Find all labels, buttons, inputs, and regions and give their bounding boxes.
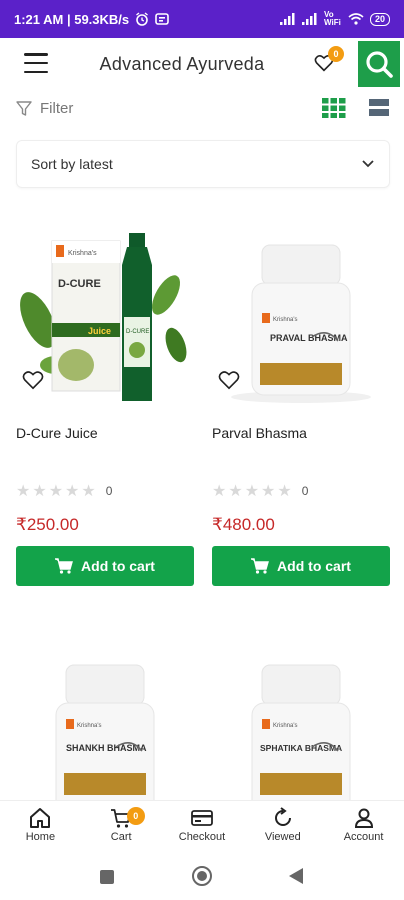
star-icon: ★ (261, 483, 276, 500)
nav-account[interactable]: Account (323, 801, 404, 854)
sort-dropdown[interactable]: Sort by latest (16, 140, 390, 188)
wishlist-button[interactable]: 0 (314, 46, 344, 76)
add-to-cart-button[interactable]: Add to cart (16, 546, 194, 586)
app-bar: Advanced Ayurveda 0 (0, 38, 404, 90)
product-card[interactable]: Krishna's PRAVAL BHASMA Parval Bhasma ★ ★… (212, 225, 390, 605)
star-icon: ★ (81, 483, 96, 500)
product-card[interactable]: Krishna's SHANKH BHASMA (16, 655, 194, 800)
product-card[interactable]: Krishna's SPHATIKA BHASMA (212, 655, 390, 800)
message-icon (155, 13, 169, 25)
battery-indicator: 20 (369, 12, 390, 26)
page-title: Advanced Ayurveda (99, 54, 265, 74)
nav-checkout-label: Checkout (178, 831, 226, 843)
wishlist-heart-icon[interactable] (218, 370, 240, 390)
nav-viewed-label: Viewed (264, 831, 301, 843)
product-card[interactable]: Krishna's D-CURE Juice D-CURE D-Cure Jui… (16, 225, 194, 605)
filter-label: Filter (40, 100, 74, 117)
back-triangle-icon[interactable] (289, 868, 303, 884)
status-bar: 1:21 AM | 59.3KB/s Vo WiFi 20 (0, 0, 404, 38)
star-icon: ★ (212, 483, 227, 500)
bottom-navigation: Home 0 Cart Checkout Viewed Account (0, 800, 404, 854)
rating-stars: ★ ★ ★ ★ ★ 0 (16, 481, 112, 501)
add-to-cart-label: Add to cart (277, 558, 351, 574)
nav-viewed[interactable]: Viewed (242, 801, 323, 854)
star-icon: ★ (228, 483, 243, 500)
wifi-icon (348, 13, 364, 25)
star-icon: ★ (65, 483, 80, 500)
search-icon (366, 51, 393, 78)
add-to-cart-button[interactable]: Add to cart (212, 546, 390, 586)
chevron-down-icon (362, 160, 374, 168)
grid-view-icon[interactable] (322, 98, 346, 118)
home-icon (30, 808, 51, 828)
cart-icon (251, 558, 269, 574)
credit-card-icon (191, 810, 213, 826)
nav-home-label: Home (25, 831, 56, 843)
rating-count: 0 (301, 484, 309, 498)
nav-home[interactable]: Home (0, 801, 81, 854)
list-view-icon[interactable] (369, 98, 389, 118)
star-icon: ★ (32, 483, 47, 500)
refresh-icon (274, 807, 291, 826)
user-icon (354, 808, 373, 828)
pack-brand: Krishna's (77, 723, 102, 729)
wishlist-count-badge: 0 (328, 46, 344, 62)
product-price: ₹250.00 (16, 515, 79, 534)
filter-button[interactable]: Filter (16, 100, 73, 117)
rating-stars: ★ ★ ★ ★ ★ 0 (212, 481, 308, 501)
signal-icon-2 (301, 13, 317, 25)
pack-brand: Krishna's (273, 317, 298, 323)
svg-text:D-CURE: D-CURE (126, 329, 149, 335)
cart-count-badge: 0 (126, 807, 145, 825)
filter-row: Filter (0, 92, 404, 128)
home-circle-icon[interactable] (192, 866, 212, 886)
rating-count: 0 (105, 484, 113, 498)
alarm-icon (136, 12, 149, 26)
add-to-cart-label: Add to cart (81, 558, 155, 574)
product-image[interactable]: Krishna's SHANKH BHASMA (16, 655, 194, 800)
pack-label: D-CURE (58, 278, 101, 290)
recent-apps-icon[interactable] (100, 870, 114, 884)
cart-icon (55, 558, 73, 574)
product-image[interactable]: Krishna's SPHATIKA BHASMA (212, 655, 390, 800)
system-navigation-bar (0, 854, 404, 900)
nav-cart[interactable]: 0 Cart (81, 801, 162, 854)
star-icon: ★ (277, 483, 292, 500)
star-icon: ★ (16, 483, 31, 500)
pack-brand: Krishna's (273, 723, 298, 729)
pack-sub-label: Juice (88, 326, 111, 336)
product-name[interactable]: Parval Bhasma (212, 425, 307, 441)
search-button[interactable] (358, 41, 400, 87)
nav-account-label: Account (343, 831, 384, 843)
wishlist-heart-icon[interactable] (22, 370, 44, 390)
star-icon: ★ (48, 483, 64, 500)
nav-checkout[interactable]: Checkout (162, 801, 243, 854)
product-price: ₹480.00 (212, 515, 275, 534)
product-name[interactable]: D-Cure Juice (16, 425, 98, 441)
star-icon: ★ (244, 483, 260, 500)
signal-icon (279, 13, 295, 25)
filter-icon (16, 100, 32, 116)
nav-cart-label: Cart (110, 831, 132, 843)
status-time: 1:21 AM | 59.3KB/s (14, 11, 130, 27)
pack-brand: Krishna's (68, 250, 97, 257)
vowifi-label: Vo WiFi (323, 10, 341, 27)
sort-selected-label: Sort by latest (31, 156, 113, 172)
